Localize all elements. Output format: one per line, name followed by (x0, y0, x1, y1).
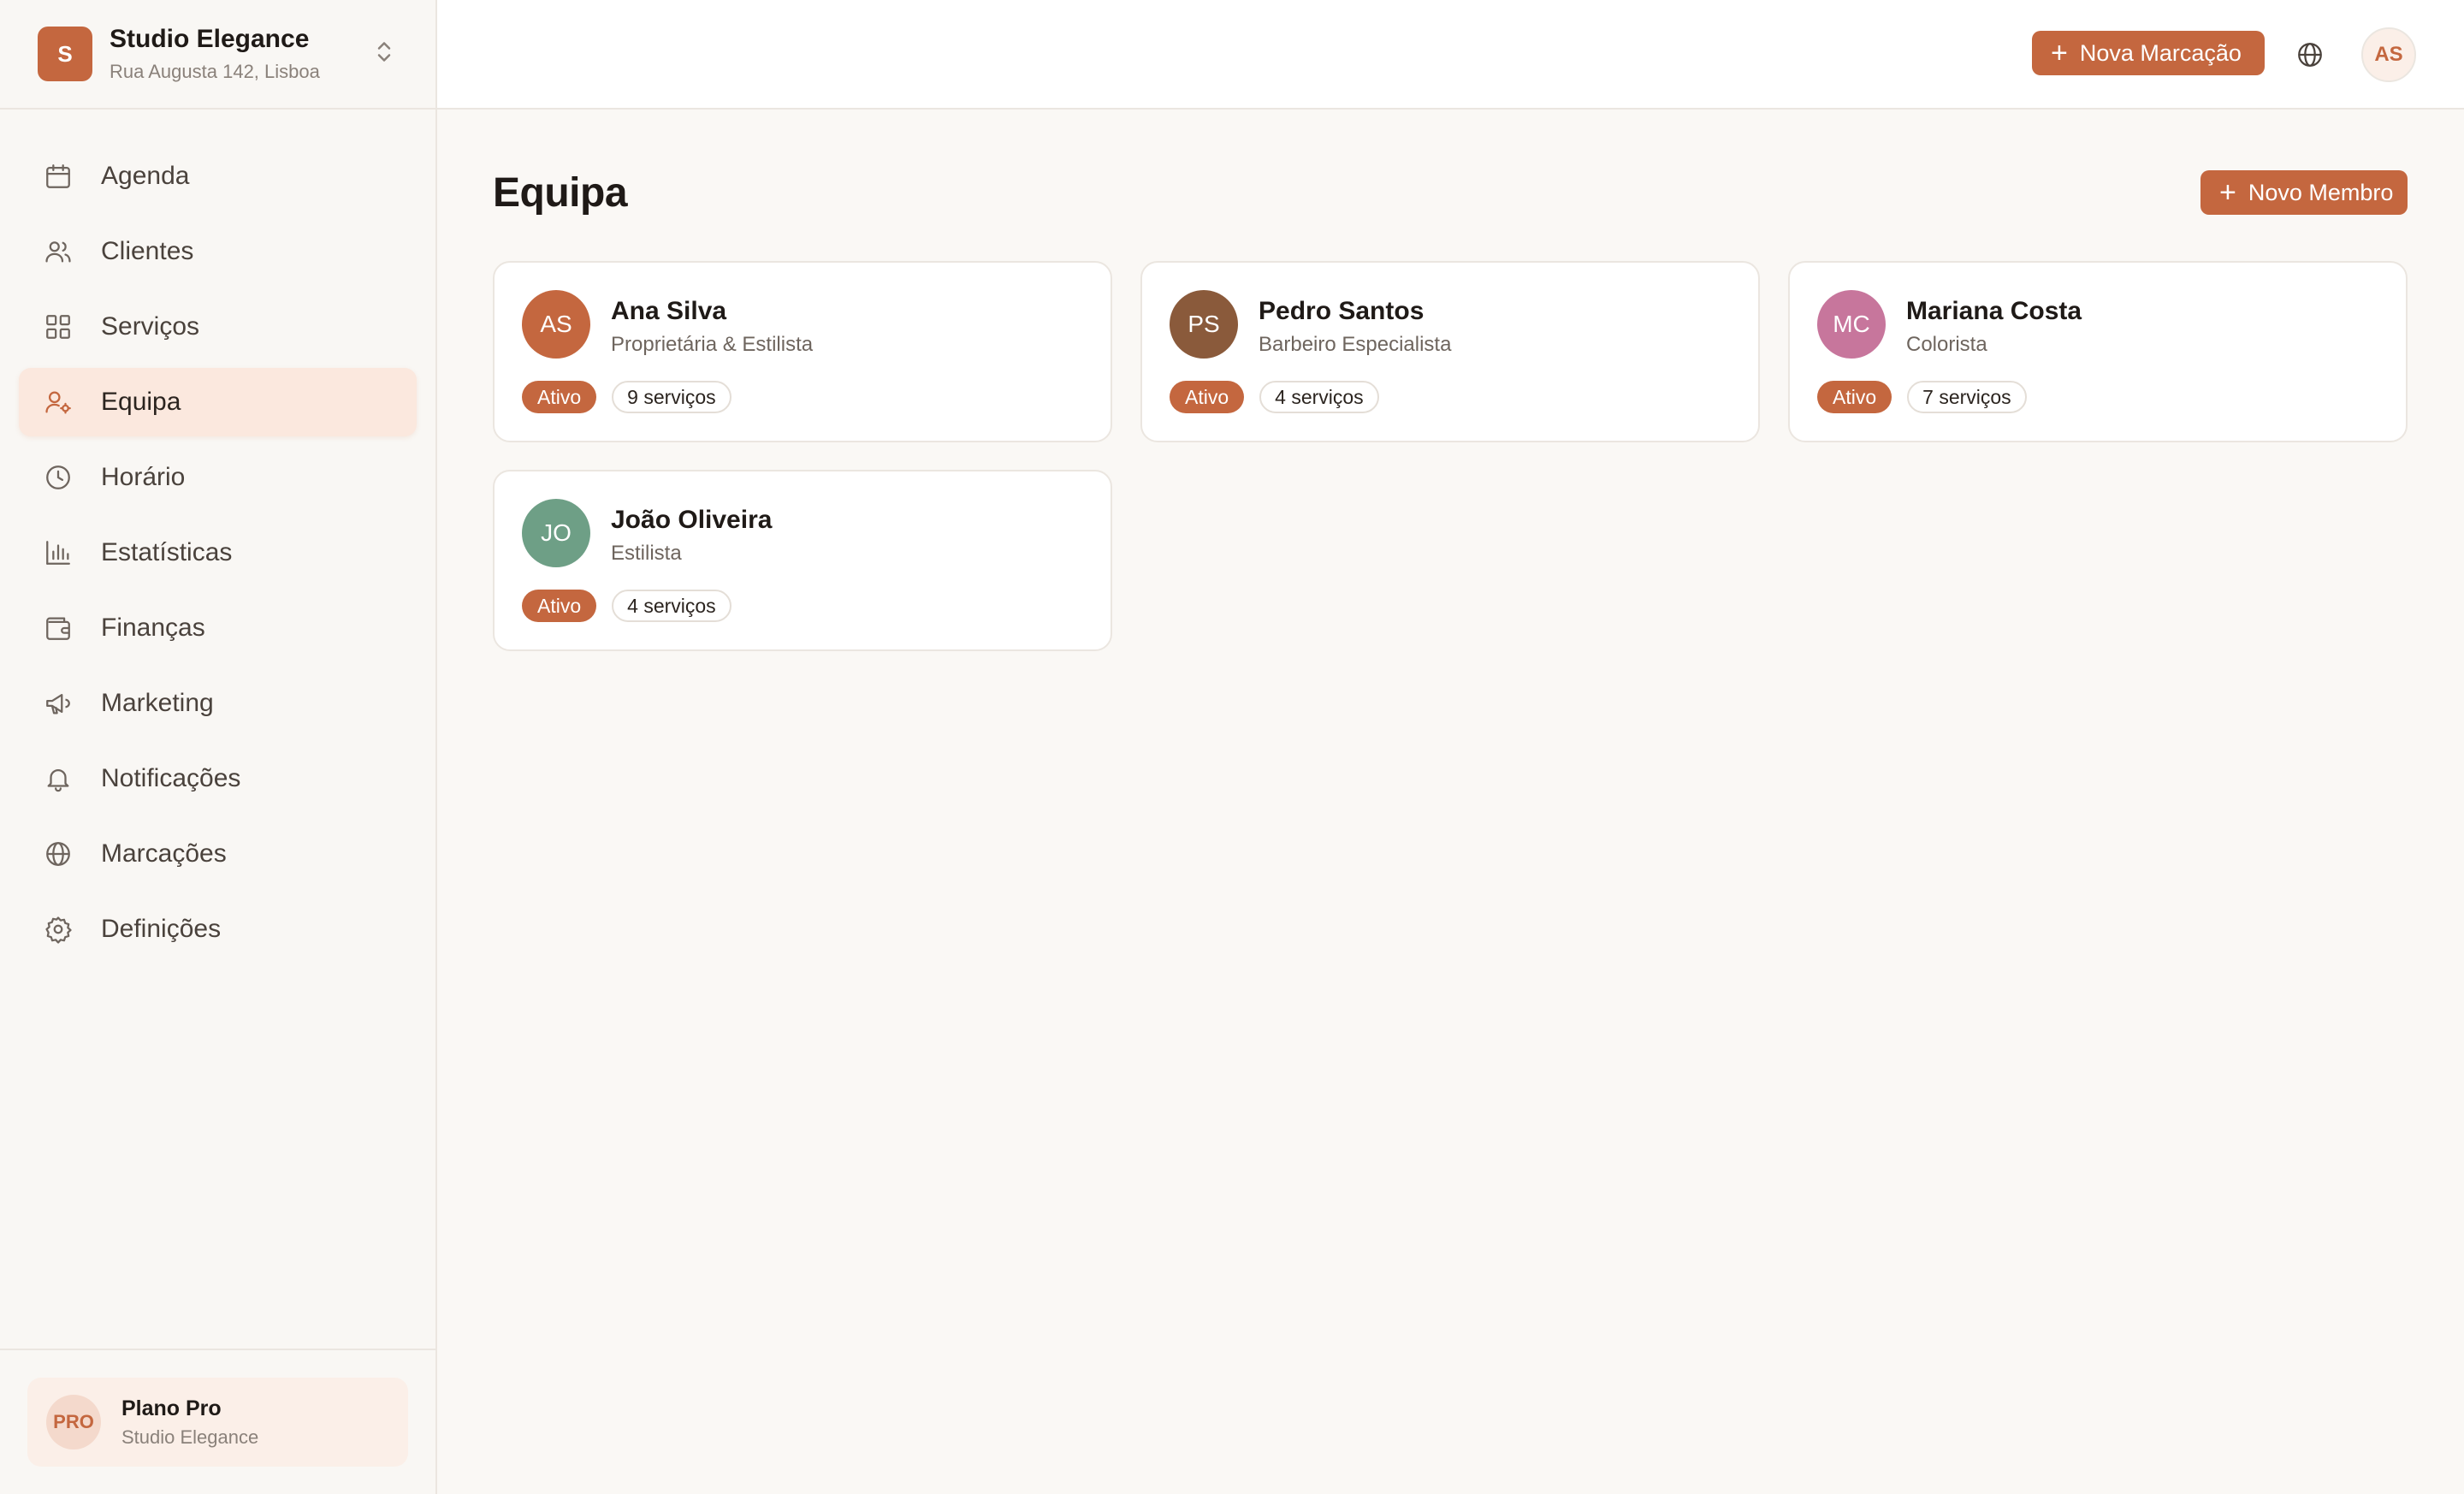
team-member-card[interactable]: MC Mariana Costa Colorista Ativo 7 servi… (1788, 261, 2408, 442)
sidebar-item-label: Definições (101, 915, 222, 943)
sidebar-item-label: Horário (101, 463, 186, 491)
org-info: Studio Elegance Rua Augusta 142, Lisboa (110, 25, 320, 83)
plan-card[interactable]: PRO Plano Pro Studio Elegance (27, 1378, 408, 1467)
status-badge: Ativo (1817, 381, 1892, 413)
plan-subtitle: Studio Elegance (121, 1426, 259, 1448)
member-avatar: MC (1817, 290, 1886, 359)
member-name: Pedro Santos (1259, 297, 1424, 325)
org-address: Rua Augusta 142, Lisboa (110, 61, 320, 82)
plus-icon: + (2051, 37, 2068, 69)
plan-title: Plano Pro (121, 1396, 222, 1420)
plan-info: Plano Pro Studio Elegance (121, 1396, 258, 1449)
bell-icon (41, 762, 75, 796)
sidebar-item-label: Marcações (101, 839, 227, 868)
sidebar-item-label: Serviços (101, 312, 200, 341)
sidebar-item-clientes[interactable]: Clientes (19, 217, 417, 286)
services-count-badge: 9 serviços (612, 381, 732, 413)
new-booking-button[interactable]: + Nova Marcação (2032, 31, 2265, 75)
globe-icon (41, 837, 75, 871)
services-count-badge: 4 serviços (612, 590, 732, 622)
member-tags: Ativo 9 serviços (522, 381, 732, 413)
member-role: Estilista (611, 542, 682, 565)
user-cog-icon (41, 385, 75, 419)
services-count-badge: 7 serviços (1907, 381, 2027, 413)
sidebar-item-agenda[interactable]: Agenda (19, 142, 417, 210)
page-title: Equipa (493, 170, 628, 216)
status-badge: Ativo (522, 381, 597, 413)
member-tags: Ativo 4 serviços (1170, 381, 1379, 413)
team-member-card[interactable]: JO João Oliveira Estilista Ativo 4 servi… (493, 470, 1112, 651)
sidebar-item-label: Finanças (101, 614, 205, 642)
plus-icon: + (2219, 176, 2236, 209)
wallet-icon (41, 611, 75, 645)
status-badge: Ativo (522, 590, 597, 622)
chevron-up-down-icon[interactable] (374, 39, 394, 70)
org-switcher[interactable]: S Studio Elegance Rua Augusta 142, Lisbo… (0, 0, 435, 110)
sidebar-item-label: Equipa (101, 388, 181, 416)
main-content: Equipa + Novo Membro AS Ana Silva Propri… (437, 111, 2464, 1494)
sidebar-item-notificacoes[interactable]: Notificações (19, 744, 417, 813)
sidebar-item-marcacoes[interactable]: Marcações (19, 820, 417, 888)
status-badge: Ativo (1170, 381, 1245, 413)
sidebar-item-label: Agenda (101, 162, 190, 190)
bar-chart-icon (41, 536, 75, 570)
member-name: João Oliveira (611, 506, 773, 534)
org-name: Studio Elegance (110, 25, 310, 53)
member-name: Mariana Costa (1906, 297, 2082, 325)
sidebar-item-horario[interactable]: Horário (19, 443, 417, 512)
member-tags: Ativo 7 serviços (1817, 381, 2027, 413)
language-globe-icon[interactable] (2293, 38, 2327, 72)
member-tags: Ativo 4 serviços (522, 590, 732, 622)
new-member-button[interactable]: + Novo Membro (2200, 170, 2408, 215)
sidebar-item-financas[interactable]: Finanças (19, 594, 417, 662)
users-icon (41, 234, 75, 269)
services-count-badge: 4 serviços (1259, 381, 1379, 413)
sidebar-nav: Agenda Clientes Serviços Equipa Horário (0, 110, 435, 963)
sidebar-item-marketing[interactable]: Marketing (19, 669, 417, 738)
plan-badge: PRO (46, 1395, 101, 1450)
sidebar-item-definicoes[interactable]: Definições (19, 895, 417, 963)
sidebar-item-label: Clientes (101, 237, 194, 265)
topbar: + Nova Marcação AS (437, 0, 2464, 110)
clock-icon (41, 460, 75, 495)
user-avatar[interactable]: AS (2361, 27, 2416, 82)
member-role: Barbeiro Especialista (1259, 333, 1452, 356)
new-booking-label: Nova Marcação (2079, 39, 2242, 66)
new-member-label: Novo Membro (2248, 179, 2394, 205)
member-role: Proprietária & Estilista (611, 333, 814, 356)
member-name: Ana Silva (611, 297, 727, 325)
member-avatar: AS (522, 290, 590, 359)
sidebar-item-label: Marketing (101, 689, 214, 717)
plan-section: PRO Plano Pro Studio Elegance (0, 1349, 435, 1494)
sidebar-item-estatisticas[interactable]: Estatísticas (19, 519, 417, 587)
member-role: Colorista (1906, 333, 1987, 356)
gear-icon (41, 912, 75, 946)
calendar-icon (41, 159, 75, 193)
sidebar-item-equipa[interactable]: Equipa (19, 368, 417, 436)
member-avatar: PS (1170, 290, 1238, 359)
member-avatar: JO (522, 499, 590, 567)
grid-icon (41, 310, 75, 344)
team-member-card[interactable]: AS Ana Silva Proprietária & Estilista At… (493, 261, 1112, 442)
megaphone-icon (41, 686, 75, 720)
org-logo: S (38, 27, 92, 81)
sidebar: S Studio Elegance Rua Augusta 142, Lisbo… (0, 0, 437, 1494)
sidebar-item-label: Estatísticas (101, 538, 233, 566)
team-member-card[interactable]: PS Pedro Santos Barbeiro Especialista At… (1140, 261, 1760, 442)
sidebar-item-servicos[interactable]: Serviços (19, 293, 417, 361)
sidebar-item-label: Notificações (101, 764, 241, 792)
